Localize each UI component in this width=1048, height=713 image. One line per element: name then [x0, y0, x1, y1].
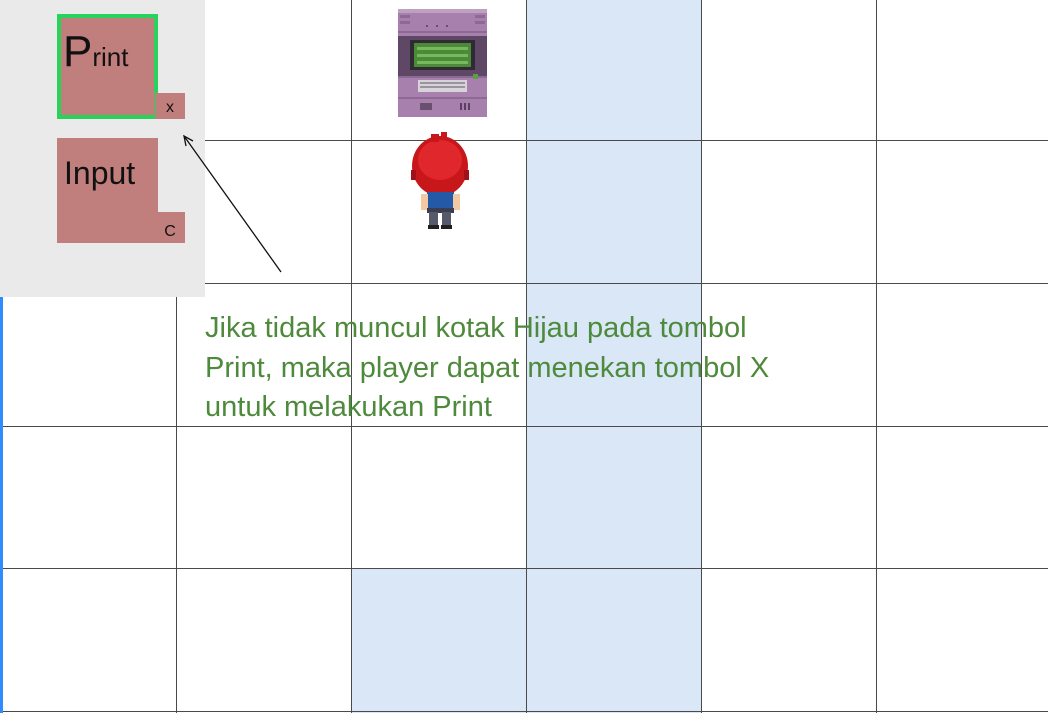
player-red-hair-sprite — [411, 132, 469, 229]
game-scene: Print x Input C Jika tidak muncul kotak … — [0, 0, 1048, 713]
computer-terminal-sprite — [398, 9, 487, 117]
instruction-note: Jika tidak muncul kotak Hijau pada tombo… — [205, 312, 770, 423]
